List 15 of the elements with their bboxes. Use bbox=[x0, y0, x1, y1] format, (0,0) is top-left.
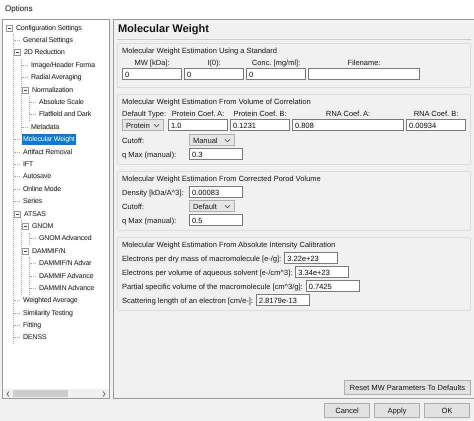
collapse-icon[interactable] bbox=[6, 24, 13, 32]
collapse-icon[interactable] bbox=[14, 210, 21, 218]
window-title: Options bbox=[0, 0, 474, 19]
scrollbar-thumb[interactable] bbox=[13, 390, 68, 397]
collapse-icon[interactable] bbox=[22, 248, 29, 255]
panel-title: Molecular Weight bbox=[117, 20, 471, 40]
scroll-left-icon[interactable] bbox=[6, 390, 10, 396]
chevron-icon bbox=[224, 138, 231, 142]
input-field[interactable] bbox=[308, 68, 420, 80]
collapse-icon[interactable] bbox=[14, 49, 21, 56]
chevron-icon bbox=[153, 122, 160, 128]
scroll-right-icon[interactable] bbox=[102, 390, 106, 396]
collapse-icon[interactable] bbox=[22, 222, 29, 230]
chevron-icon bbox=[224, 204, 231, 208]
collapse-icon[interactable] bbox=[22, 86, 29, 94]
